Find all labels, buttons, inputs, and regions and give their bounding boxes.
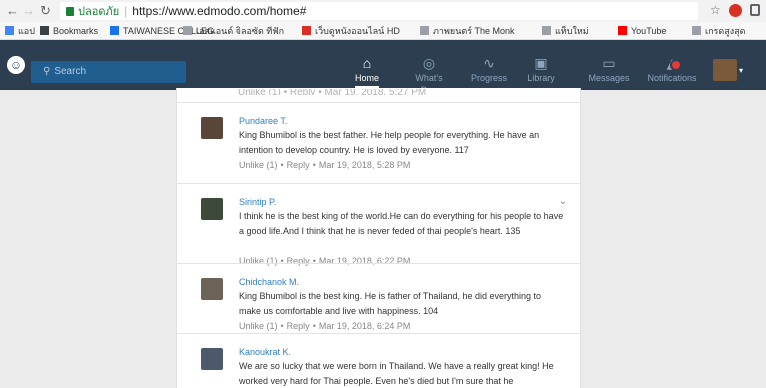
commenter-name[interactable]: Pundaree T. (239, 116, 287, 126)
chat-icon: ▭ (602, 55, 616, 71)
comment-meta: Unlike (1) • Reply • Mar 19, 2018, 6:24 PM (239, 321, 410, 331)
bookmark-item[interactable]: Bookmarks (40, 24, 98, 38)
apps-icon (5, 26, 14, 35)
nav-label: Notifications (647, 73, 697, 83)
commenter-avatar[interactable] (201, 348, 223, 370)
comment-timestamp: Mar 19, 2018, 6:24 PM (318, 321, 411, 331)
reply-link[interactable]: Reply (287, 160, 310, 170)
extension-icon[interactable] (729, 4, 742, 17)
nav-label: Library (527, 73, 555, 83)
chevron-down-icon[interactable]: ▾ (739, 66, 743, 75)
unlike-link[interactable]: Unlike (1) (239, 160, 278, 170)
comment-item: Kanoukrat K. We are so lucky that we were… (176, 333, 581, 388)
home-icon: ⌂ (362, 55, 372, 71)
notification-badge (670, 59, 682, 71)
bookmark-label: เว็บดูหนังออนไลน์ HD (315, 26, 400, 36)
reply-link[interactable]: Reply (287, 321, 310, 331)
commenter-avatar[interactable] (201, 278, 223, 300)
bookmark-star-icon[interactable]: ☆ (710, 3, 721, 17)
bookmark-label: แอป (18, 26, 35, 36)
nav-label: Progress (470, 73, 507, 83)
progress-icon: ∿ (483, 55, 495, 71)
commenter-name[interactable]: Sirintip P. (239, 197, 276, 207)
window-icon[interactable] (750, 4, 760, 16)
bookmark-label: ภาพยนตร์ The Monk (433, 26, 515, 36)
page-icon (183, 26, 192, 35)
lock-icon (66, 7, 74, 16)
page-icon (542, 26, 551, 35)
bookmark-item[interactable]: ภาพยนตร์ The Monk (420, 24, 515, 38)
edmodo-logo[interactable]: ☺ (7, 56, 25, 74)
comment-text: King Bhumibol is the best king. He is fa… (239, 291, 542, 316)
comment-item: Chidchanok M. King Bhumibol is the best k… (176, 263, 581, 333)
comment-timestamp: Mar 19, 2018, 5:28 PM (318, 160, 411, 170)
calendar-icon: ◎ (422, 55, 436, 71)
star-icon (40, 26, 49, 35)
bookmark-item[interactable]: เอสแอนด์ จิลอซัด ทีฟัก (183, 24, 284, 38)
page-icon (692, 26, 701, 35)
commenter-avatar[interactable] (201, 198, 223, 220)
nav-progress[interactable]: ∿ Progress (466, 55, 512, 84)
commenter-name[interactable]: Kanoukrat K. (239, 347, 291, 357)
cutoff-comment-meta: Unlike (1) • Reply • Mar 19, 2018, 5:27 … (238, 89, 427, 95)
commenter-name[interactable]: Chidchanok M. (239, 277, 299, 287)
comment-text: King Bhumibol is the best father. He hel… (239, 130, 540, 155)
nav-library[interactable]: ▣ Library (524, 55, 558, 84)
comment-text: I think he is the best king of the world… (239, 211, 564, 236)
nav-label: Home (354, 73, 379, 89)
bookmark-label: Bookmarks (53, 26, 99, 36)
back-icon[interactable]: ← (6, 2, 19, 20)
separator-dot: • (312, 321, 316, 331)
reload-icon[interactable]: ↻ (40, 2, 51, 20)
bookmark-item[interactable]: YouTube (618, 24, 666, 38)
search-placeholder: Search (54, 66, 87, 77)
bookmark-item[interactable]: เกรดสูงสุด (692, 24, 745, 38)
address-bar[interactable]: ปลอดภัย | https://www.edmodo.com/home# (60, 2, 698, 20)
comment-text: We are so lucky that we were born in Tha… (239, 361, 554, 386)
nav-messages[interactable]: ▭ Messages (585, 55, 633, 84)
nav-label: Messages (588, 73, 630, 83)
library-icon: ▣ (534, 55, 548, 71)
separator-dot: • (312, 160, 316, 170)
bookmark-label: แท็บใหม่ (555, 26, 589, 36)
user-avatar[interactable] (713, 59, 737, 81)
bookmark-label: YouTube (631, 26, 667, 36)
globe-icon (110, 26, 119, 35)
bookmark-label: เอสแอนด์ จิลอซัด ทีฟัก (196, 26, 285, 36)
comment-item: Sirintip P. I think he is the best king o… (176, 183, 581, 266)
bookmark-item[interactable]: เว็บดูหนังออนไลน์ HD (302, 24, 400, 38)
separator-dot: • (280, 160, 284, 170)
movie-icon (302, 26, 311, 35)
comment-options-chevron-icon[interactable]: ⌄ (559, 196, 567, 207)
search-icon: ⚲ (43, 66, 51, 77)
youtube-icon (618, 26, 627, 35)
search-input[interactable]: ⚲ Search (31, 61, 186, 83)
separator-dot: • (280, 321, 284, 331)
commenter-avatar[interactable] (201, 117, 223, 139)
bookmark-item[interactable]: แอป (5, 24, 35, 38)
nav-home[interactable]: ⌂ Home (350, 55, 384, 89)
forward-icon[interactable]: → (22, 2, 35, 20)
unlike-link[interactable]: Unlike (1) (239, 321, 278, 331)
bookmark-label: เกรดสูงสุด (705, 26, 746, 36)
secure-label: ปลอดภัย (78, 6, 120, 18)
comment-meta: Unlike (1) • Reply • Mar 19, 2018, 5:28 PM (239, 160, 410, 170)
url-text: https://www.edmodo.com/home# (132, 4, 307, 18)
page-icon (420, 26, 429, 35)
bookmark-item[interactable]: แท็บใหม่ (542, 24, 589, 38)
comment-item: Pundaree T. King Bhumibol is the best fat… (176, 102, 581, 183)
